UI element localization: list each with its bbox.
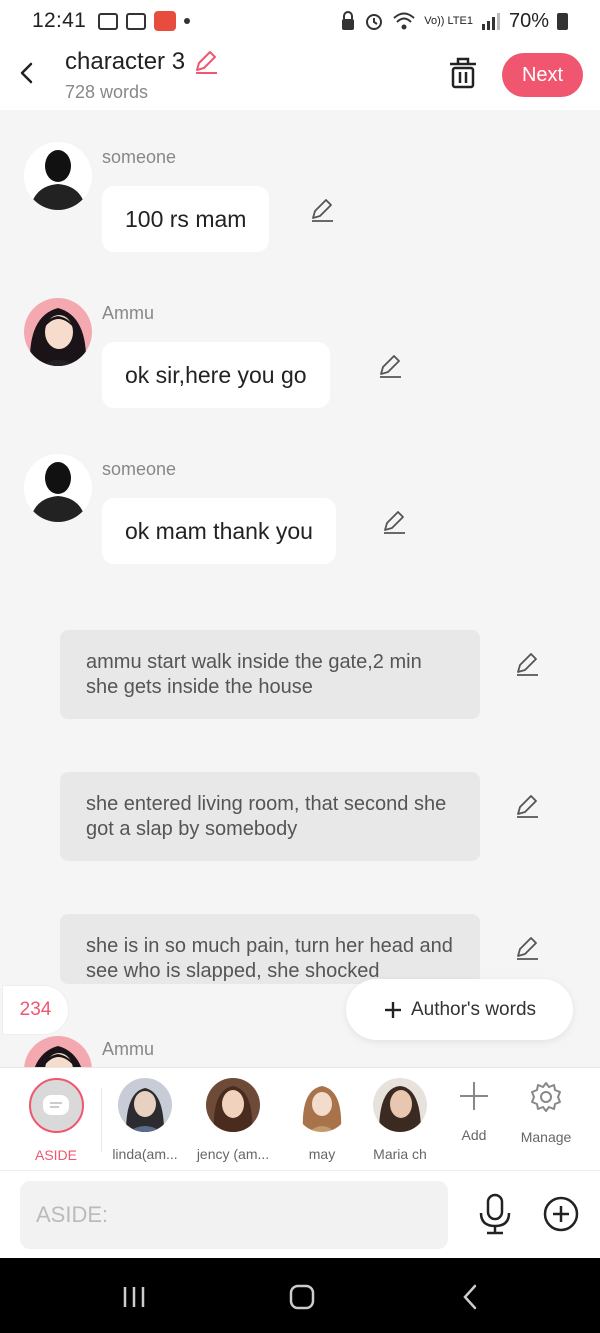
delete-button[interactable] (447, 56, 479, 90)
may-avatar (295, 1078, 349, 1132)
plus-icon (460, 1082, 488, 1110)
character-label: ASIDE (34, 1147, 77, 1163)
edit-message-icon[interactable] (309, 197, 335, 223)
back-button[interactable] (14, 56, 38, 90)
person-silhouette-icon (24, 142, 92, 210)
message-bubble[interactable]: 100 rs mam (102, 186, 270, 252)
character-may[interactable]: may (282, 1078, 362, 1162)
character-label: may (308, 1146, 336, 1162)
divider (101, 1088, 102, 1152)
silhouette-avatar[interactable] (24, 454, 92, 522)
linda-avatar (118, 1078, 172, 1132)
gear-icon (531, 1082, 561, 1112)
maria-avatar (373, 1078, 427, 1132)
page-title[interactable]: character 3 (65, 48, 185, 76)
plus-circle-icon (543, 1196, 579, 1232)
silhouette-avatar[interactable] (24, 142, 92, 210)
add-character-button[interactable]: Add (439, 1080, 509, 1143)
status-bar: 12:41 Vo)) LTE1 70% (0, 0, 600, 42)
speaker-name: Ammu (102, 1039, 155, 1059)
speaker-name: someone (102, 459, 177, 479)
authors-words-label: Author's words (410, 998, 537, 1020)
status-system-icons: Vo)) LTE1 70% (340, 10, 568, 33)
count-badge[interactable]: 234 (2, 985, 69, 1035)
edit-aside-icon[interactable] (514, 793, 540, 819)
edit-title-icon[interactable] (193, 49, 219, 75)
character-linda[interactable]: linda(am... (105, 1078, 185, 1162)
home-button[interactable] (282, 1282, 322, 1312)
character-aside[interactable]: ASIDE (16, 1078, 96, 1163)
back-arrow-icon (20, 62, 33, 84)
jency-avatar (206, 1078, 260, 1132)
manage-label: Manage (520, 1129, 572, 1145)
signal-icon (481, 13, 500, 30)
message-bubble[interactable]: ok mam thank you (102, 498, 336, 564)
next-button[interactable]: Next (502, 53, 583, 97)
chapter-header: character 3 728 words Next (0, 42, 600, 110)
battery-icon (557, 12, 568, 30)
network-type: Vo)) LTE1 (424, 14, 473, 27)
character-label: linda(am... (112, 1146, 178, 1162)
system-back-button[interactable] (450, 1282, 490, 1312)
gallery-notification-icon (98, 12, 119, 30)
character-jency[interactable]: jency (am... (193, 1078, 273, 1162)
trash-icon (450, 57, 476, 89)
more-notifications-icon (184, 18, 191, 24)
message-bubble[interactable]: ok sir,here you go (102, 342, 330, 408)
voice-input-button[interactable] (476, 1193, 514, 1235)
aside-avatar (28, 1078, 84, 1133)
add-content-button[interactable] (542, 1195, 580, 1233)
system-nav-bar (0, 1258, 600, 1333)
lock-icon (342, 11, 355, 30)
wifi-icon (393, 12, 415, 30)
edit-message-icon[interactable] (381, 509, 407, 535)
anime-girl-avatar-icon (24, 298, 92, 366)
chevron-left-icon (463, 1284, 477, 1310)
speaker-name: Ammu (102, 303, 155, 323)
ammu-avatar[interactable] (24, 1036, 92, 1067)
edit-aside-icon[interactable] (514, 651, 540, 677)
edit-message-icon[interactable] (377, 353, 403, 379)
recent-apps-button[interactable] (114, 1282, 154, 1312)
word-count: 728 words (65, 82, 149, 102)
status-time: 12:41 (32, 9, 87, 32)
title-row: character 3 (65, 48, 219, 76)
app-notification-icon (126, 12, 147, 30)
character-label: jency (am... (196, 1146, 270, 1162)
person-silhouette-icon (24, 454, 92, 522)
manage-characters-button[interactable]: Manage (511, 1080, 581, 1145)
chat-bubble-icon (43, 1094, 69, 1115)
authors-words-button[interactable]: Author's words (346, 979, 573, 1040)
input-bar (0, 1170, 600, 1258)
red-app-notification-icon (154, 11, 177, 31)
ammu-avatar[interactable] (24, 298, 92, 366)
speaker-name: someone (102, 147, 177, 167)
character-maria[interactable]: Maria ch (360, 1078, 440, 1162)
aside-block[interactable]: she entered living room, that second she… (60, 772, 480, 861)
home-icon (289, 1284, 315, 1310)
anime-girl-avatar-icon (24, 1036, 92, 1067)
character-label: Maria ch (373, 1146, 427, 1162)
recent-apps-icon (123, 1287, 145, 1307)
battery-percent: 70% (508, 9, 549, 32)
character-selector: ASIDE linda(am... jency (am... may Maria… (0, 1067, 600, 1170)
aside-block[interactable]: she is in so much pain, turn her head an… (60, 914, 480, 984)
aside-text-input[interactable] (20, 1181, 448, 1249)
aside-block[interactable]: ammu start walk inside the gate,2 min sh… (60, 630, 480, 719)
edit-aside-icon[interactable] (514, 935, 540, 961)
add-label: Add (461, 1127, 487, 1143)
status-notification-icons (98, 11, 191, 31)
microphone-icon (479, 1193, 511, 1235)
plus-icon (384, 1001, 401, 1018)
alarm-icon (366, 14, 383, 30)
